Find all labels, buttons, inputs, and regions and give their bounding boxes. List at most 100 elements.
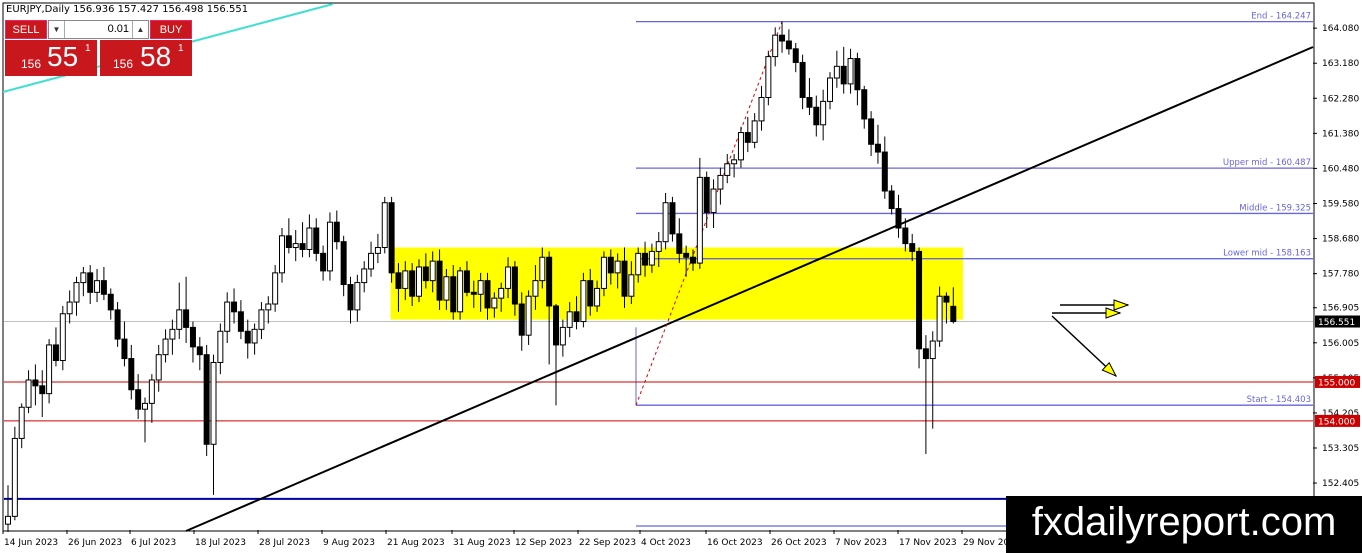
candle-body (313, 227, 320, 254)
candle-body (306, 227, 313, 250)
price-tick-label: 159.580 (1322, 199, 1359, 209)
candle-body (559, 326, 566, 346)
candle-body (299, 243, 306, 250)
price-tick-label: 162.280 (1322, 94, 1359, 104)
candle-body (340, 241, 347, 286)
candle-body (203, 354, 210, 445)
buy-button[interactable]: BUY (150, 20, 192, 39)
sell-price-quote[interactable]: 156 55 1 (5, 40, 97, 76)
candle-body (902, 227, 909, 245)
buy-price-fraction: 1 (178, 43, 184, 54)
candle-body (929, 340, 936, 360)
candle-body (628, 274, 635, 297)
support-price-tag: 154.000 (1318, 417, 1355, 427)
candle-body (765, 56, 772, 99)
candle-body (895, 208, 902, 229)
candle-body (196, 346, 203, 356)
candle-body (333, 221, 340, 243)
candle-body (799, 61, 806, 99)
candle-body (621, 260, 628, 297)
candle-body (874, 143, 881, 153)
fib-level-label: End - 164.247 (1251, 12, 1311, 22)
candle-body (258, 309, 265, 330)
candle-body (224, 301, 231, 332)
candle-body (813, 106, 820, 126)
candle-body (347, 284, 354, 311)
price-chart[interactable]: End - 164.247 Upper mid - 160.487 Middle -… (0, 0, 1362, 553)
candle-body (669, 202, 676, 235)
chevron-down-icon[interactable]: ▼ (49, 21, 65, 38)
candle-body (32, 379, 39, 387)
candle-body (573, 311, 580, 323)
date-tick-label: 18 Jul 2023 (195, 538, 246, 548)
date-tick-label: 21 Aug 2023 (387, 538, 445, 548)
lot-size-stepper[interactable]: ▼ 0.01 ▲ (48, 20, 149, 39)
candle-body (868, 118, 875, 145)
candle-body (388, 202, 395, 274)
date-tick-label: 12 Sep 2023 (515, 538, 572, 548)
candle-body (662, 202, 669, 243)
candle-body (272, 272, 279, 305)
candle-body (881, 151, 888, 192)
candle-body (169, 328, 176, 340)
candle-body (422, 266, 429, 282)
candle-body (779, 34, 786, 42)
price-tick-label: 161.380 (1322, 129, 1359, 139)
sell-button[interactable]: SELL (5, 20, 47, 39)
candle-body (66, 301, 73, 315)
candle-body (922, 348, 929, 360)
candle-body (142, 402, 148, 410)
candle-body (511, 266, 518, 305)
candle-body (676, 233, 683, 254)
candle-body (806, 97, 813, 108)
candle-body (368, 252, 375, 270)
current-price-tag: 156.551 (1318, 318, 1355, 328)
candle-body (580, 280, 587, 323)
price-tick-label: 163.180 (1322, 59, 1359, 69)
sell-price-pips: 55 (47, 41, 79, 72)
candle-body (827, 77, 833, 102)
date-tick-label: 26 Jun 2023 (68, 538, 122, 548)
candle-body (402, 270, 409, 289)
candle-body (696, 176, 703, 264)
candle-body (450, 276, 457, 313)
candle-body (847, 58, 854, 85)
candle-body (731, 159, 738, 165)
candle-body (94, 280, 101, 293)
candle-body (683, 252, 690, 258)
buy-price-quote[interactable]: 156 58 1 (100, 40, 192, 76)
candle-body (73, 282, 80, 303)
candle-body (155, 354, 162, 381)
candle-body (217, 330, 224, 363)
candle-body (244, 330, 251, 344)
candle-body (436, 260, 443, 301)
candle-body (546, 256, 553, 307)
date-tick-label: 29 Nov 20 (963, 538, 1009, 548)
price-tick-label: 158.680 (1322, 235, 1359, 245)
candle-body (717, 174, 724, 190)
candle-body (46, 344, 53, 395)
candle-body (909, 243, 916, 252)
candle-body (785, 40, 792, 50)
fib-level-label: Start - 154.403 (1247, 395, 1311, 405)
candle-body (642, 252, 649, 266)
candle-body (231, 301, 238, 313)
price-tick-label: 153.305 (1322, 444, 1359, 454)
date-tick-label: 9 Aug 2023 (323, 538, 375, 548)
candle-body (566, 311, 573, 328)
candle-body (587, 280, 594, 307)
candle-body (833, 65, 840, 79)
price-tick-label: 156.005 (1322, 339, 1359, 349)
candle-body (950, 305, 957, 323)
candle-body (25, 379, 32, 408)
price-tick-label: 160.480 (1322, 164, 1359, 174)
candle-body (888, 190, 895, 210)
candle-body (484, 280, 491, 309)
chevron-up-icon[interactable]: ▲ (132, 21, 148, 38)
candle-body (135, 389, 142, 410)
lot-size-input[interactable]: 0.01 (65, 21, 132, 38)
candle-body (457, 270, 464, 313)
candle-body (100, 280, 107, 295)
candle-body (820, 100, 827, 126)
candle-body (690, 256, 696, 264)
